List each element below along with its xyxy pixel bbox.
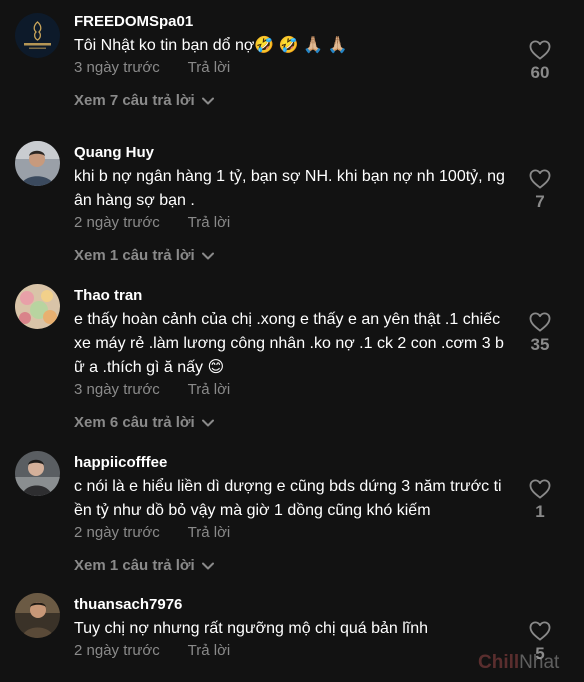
comment-text: khi b nợ ngân hàng 1 tỷ, bạn sợ NH. khi …: [74, 168, 505, 209]
chevron-down-icon: [201, 562, 214, 570]
heart-icon[interactable]: [529, 621, 551, 641]
comment-meta: 3 ngày trước Trả lời: [74, 58, 510, 78]
comment-time: 2 ngày trước: [74, 214, 160, 231]
comment-meta: 2 ngày trước Trả lời: [74, 641, 510, 661]
view-replies-label: Xem 7 câu trả lời: [74, 92, 195, 109]
reply-button[interactable]: Trả lời: [188, 642, 231, 659]
like-count: 60: [530, 63, 550, 82]
watermark-part2: Nhat: [519, 652, 560, 673]
heart-icon[interactable]: [529, 312, 551, 332]
heart-icon[interactable]: [529, 40, 551, 60]
comment-meta: 3 ngày trước Trả lời: [74, 380, 510, 400]
comment-text: e thấy hoàn cảnh của chị .xong e thấy e …: [74, 311, 504, 376]
reply-button[interactable]: Trả lời: [188, 381, 231, 398]
avatar[interactable]: [15, 284, 60, 329]
like-group: 60: [520, 40, 560, 84]
comment-text: Tuy chị nợ nhưng rất ngưỡng mộ chị quá b…: [74, 620, 429, 637]
avatar[interactable]: [15, 593, 60, 638]
view-replies-label: Xem 6 câu trả lời: [74, 414, 195, 431]
comment-body: Thao tran e thấy hoàn cảnh của chị .xong…: [74, 286, 510, 433]
view-replies-button[interactable]: Xem 1 câu trả lời: [74, 246, 214, 266]
watermark: ChillNhat: [478, 652, 559, 674]
comment-meta: 2 ngày trước Trả lời: [74, 213, 510, 233]
comment-text: c nói là e hiểu liền dì dượng e cũng bds…: [74, 478, 502, 519]
like-count: 1: [535, 502, 545, 521]
like-count: 35: [530, 335, 550, 354]
comment-time: 3 ngày trước: [74, 381, 160, 398]
comment-body: happiicofffee c nói là e hiểu liền dì dư…: [74, 453, 510, 576]
comment-username[interactable]: thuansach7976: [74, 595, 510, 615]
chevron-down-icon: [201, 97, 214, 105]
like-group: 7: [520, 169, 560, 213]
reply-button[interactable]: Trả lời: [188, 59, 231, 76]
comment-body: Quang Huy khi b nợ ngân hàng 1 tỷ, bạn s…: [74, 143, 510, 266]
heart-icon[interactable]: [529, 479, 551, 499]
view-replies-label: Xem 1 câu trả lời: [74, 557, 195, 574]
watermark-part1: Chill: [478, 652, 520, 673]
avatar[interactable]: [15, 13, 60, 58]
like-group: 1: [520, 479, 560, 523]
view-replies-button[interactable]: Xem 1 câu trả lời: [74, 556, 214, 576]
comment-username[interactable]: Quang Huy: [74, 143, 510, 163]
chevron-down-icon: [201, 419, 214, 427]
comment-username[interactable]: FREEDOMSpa01: [74, 12, 510, 32]
like-group: 35: [520, 312, 560, 356]
like-count: 7: [535, 192, 545, 211]
comment-body: thuansach7976 Tuy chị nợ nhưng rất ngưỡn…: [74, 595, 510, 661]
heart-icon[interactable]: [529, 169, 551, 189]
comment-username[interactable]: Thao tran: [74, 286, 510, 306]
avatar[interactable]: [15, 141, 60, 186]
comment-meta: 2 ngày trước Trả lời: [74, 523, 510, 543]
view-replies-button[interactable]: Xem 6 câu trả lời: [74, 413, 214, 433]
view-replies-label: Xem 1 câu trả lời: [74, 247, 195, 264]
chevron-down-icon: [201, 252, 214, 260]
comment-text: Tôi Nhật ko tin bạn dổ nợ🤣 🤣 🙏🏼 🙏🏼: [74, 37, 348, 54]
comment-time: 3 ngày trước: [74, 59, 160, 76]
comment-time: 2 ngày trước: [74, 524, 160, 541]
comment-username[interactable]: happiicofffee: [74, 453, 510, 473]
avatar[interactable]: [15, 451, 60, 496]
comment-time: 2 ngày trước: [74, 642, 160, 659]
reply-button[interactable]: Trả lời: [188, 524, 231, 541]
reply-button[interactable]: Trả lời: [188, 214, 231, 231]
comment-body: FREEDOMSpa01 Tôi Nhật ko tin bạn dổ nợ🤣 …: [74, 12, 510, 111]
view-replies-button[interactable]: Xem 7 câu trả lời: [74, 91, 214, 111]
